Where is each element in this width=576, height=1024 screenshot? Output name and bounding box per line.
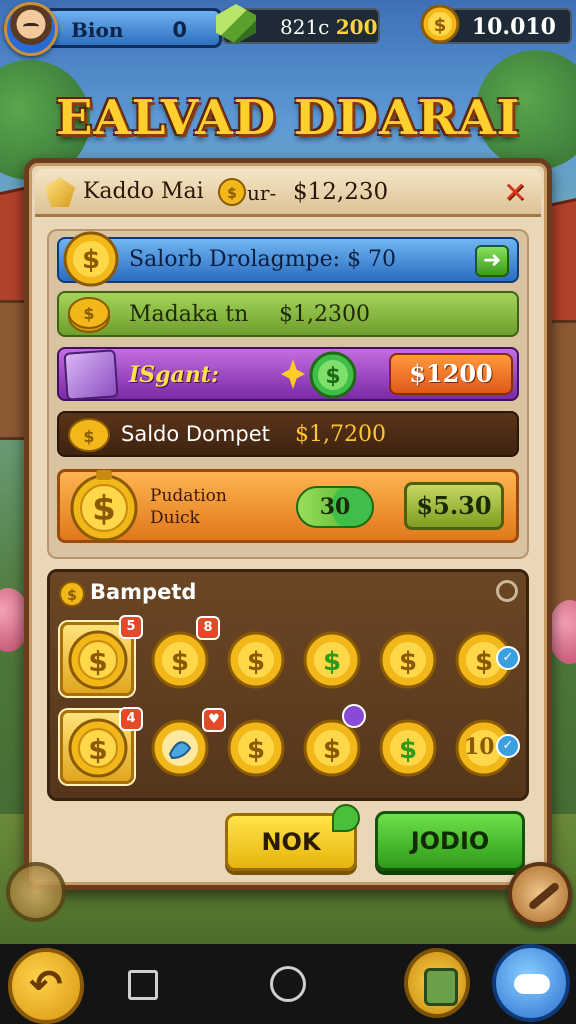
gem-icon (45, 177, 75, 207)
coin-tile-10[interactable]: 10 ✓ (454, 718, 520, 778)
tile-value-10: 10 (464, 734, 495, 760)
side-coin-button[interactable] (6, 862, 66, 922)
dompet-label: Saldo Dompet (121, 422, 270, 446)
gold-coin-icon: $ (420, 4, 460, 44)
special-label: ISgant: (129, 362, 220, 388)
svg-text:$: $ (247, 647, 265, 677)
close-button[interactable]: ✕ (499, 177, 531, 209)
top-hud: Bion 0 821c 200 10.010 $ (0, 0, 576, 56)
back-button[interactable]: ↶ (8, 948, 84, 1024)
coin-icon: $ (67, 295, 111, 339)
game-title: EALVAD DDARAI (55, 90, 521, 146)
tile-purple-badge (342, 704, 366, 728)
coin-tile[interactable]: $ (302, 704, 366, 778)
svg-text:$: $ (227, 186, 237, 202)
back-arrow-icon: ↶ (29, 962, 63, 1008)
madaka-label: Madaka tn (129, 302, 249, 327)
svg-text:$: $ (171, 647, 189, 677)
svg-text:$: $ (83, 304, 94, 323)
svg-text:$: $ (475, 647, 493, 677)
madaka-row[interactable]: $ Madaka tn $1,2300 (57, 291, 519, 337)
panel-header-label: ur- (247, 181, 277, 205)
cloud-button[interactable] (492, 944, 570, 1022)
buy-price-button[interactable]: $5.30 (404, 482, 504, 530)
coin-tile-green[interactable]: $ (378, 718, 438, 778)
special-offer-row[interactable]: ISgant: $ $1200 (57, 347, 519, 401)
coin-tile-selected[interactable]: $ 4 (60, 707, 143, 784)
join-button[interactable]: JODIO (375, 811, 525, 871)
ok-button[interactable]: NOK (225, 804, 360, 871)
panel-header: Kaddo Mai $ ur- $12,230 ✕ (35, 169, 541, 217)
ok-button-label: NOK (261, 828, 321, 856)
leaf-icon (332, 804, 360, 832)
svg-text:$: $ (323, 735, 341, 765)
coin-stack-icon: $ (61, 231, 121, 291)
recent-apps-button[interactable] (128, 970, 158, 1000)
gem-value: 821c 200 (280, 15, 378, 39)
pudation-row[interactable]: $ Pudation Duick 30 $5.30 (57, 469, 519, 543)
svg-text:$: $ (88, 645, 107, 678)
svg-text:$: $ (247, 735, 265, 765)
big-coin-icon: $ (66, 468, 142, 548)
coin-icon: $ (217, 177, 247, 207)
saldo-label: Salorb Drolagmpe: $ 70 (129, 247, 397, 272)
go-arrow-button[interactable]: ➜ (475, 245, 509, 277)
madaka-amount: $1,2300 (279, 302, 370, 327)
pudation-sublabel: Duick (150, 508, 200, 528)
gold-value: 10.010 (471, 14, 556, 40)
special-price-button[interactable]: $1200 (389, 353, 513, 395)
coin-tile-green[interactable]: $ (302, 630, 362, 690)
panel-header-amount: $12,230 (293, 179, 389, 205)
saldo-row[interactable]: $ Salorb Drolagmpe: $ 70 ➜ (57, 231, 519, 287)
coin-grid-section: $ Bampetd $ 5 $ 8 $ $ $ $ ✓ $ 4 ♥ $ $ $ … (47, 569, 529, 801)
hammer-tool-button[interactable] (508, 862, 572, 926)
green-coin-icon: $ (309, 351, 357, 403)
grid-title: Bampetd (90, 580, 197, 604)
panel-player-name: Kaddo Mai (83, 179, 204, 204)
player-name-pill[interactable]: Bion 0 (44, 8, 222, 48)
svg-text:$: $ (88, 733, 107, 766)
svg-text:$: $ (325, 364, 340, 389)
player-name: Bion (71, 18, 124, 42)
svg-text:$: $ (83, 427, 94, 446)
coin-tile-selected[interactable]: $ 5 (60, 615, 143, 696)
tile-badge: 4 (119, 707, 143, 731)
svg-text:$: $ (82, 245, 100, 275)
coin-tile[interactable]: $ (226, 718, 286, 778)
tile-badge: 8 (196, 616, 220, 640)
coin-tile[interactable]: $ (226, 630, 286, 690)
balance-list: $ Salorb Drolagmpe: $ 70 ➜ $ Madaka tn $… (47, 229, 529, 559)
inventory-bag-button[interactable] (404, 948, 470, 1018)
svg-text:$: $ (92, 489, 116, 529)
tile-heart-badge: ♥ (202, 708, 226, 732)
sparkle-icon (281, 359, 305, 389)
dompet-amount: $1,7200 (295, 422, 386, 447)
svg-text:$: $ (399, 735, 417, 765)
svg-text:$: $ (67, 588, 77, 604)
coin-icon: $ (67, 415, 111, 459)
treasure-box-icon (63, 349, 119, 401)
tile-check-badge: ✓ (496, 646, 520, 670)
home-button[interactable] (270, 966, 306, 1002)
svg-text:$: $ (323, 647, 341, 677)
info-circle-icon[interactable] (496, 580, 518, 602)
pudation-label: Pudation (150, 486, 227, 506)
tile-badge: 5 (119, 615, 143, 639)
player-level: 0 (172, 18, 187, 42)
coin-icon: $ (58, 580, 86, 608)
hut (548, 320, 576, 620)
coin-tile[interactable]: $ ✓ (454, 630, 520, 690)
svg-text:$: $ (399, 647, 417, 677)
svg-text:$: $ (434, 15, 447, 36)
dompet-row[interactable]: $ Saldo Dompet $1,7200 (57, 411, 519, 457)
coin-tile[interactable]: $ (378, 630, 438, 690)
tile-check-badge: ✓ (496, 734, 520, 758)
player-avatar[interactable] (4, 2, 58, 56)
bonus-badge: 30 (296, 486, 374, 528)
coin-tile-fish[interactable]: ♥ (150, 708, 226, 778)
wallet-panel: Kaddo Mai $ ur- $12,230 ✕ $ Salorb Drola… (24, 158, 552, 890)
coin-tile[interactable]: $ 8 (150, 616, 220, 690)
